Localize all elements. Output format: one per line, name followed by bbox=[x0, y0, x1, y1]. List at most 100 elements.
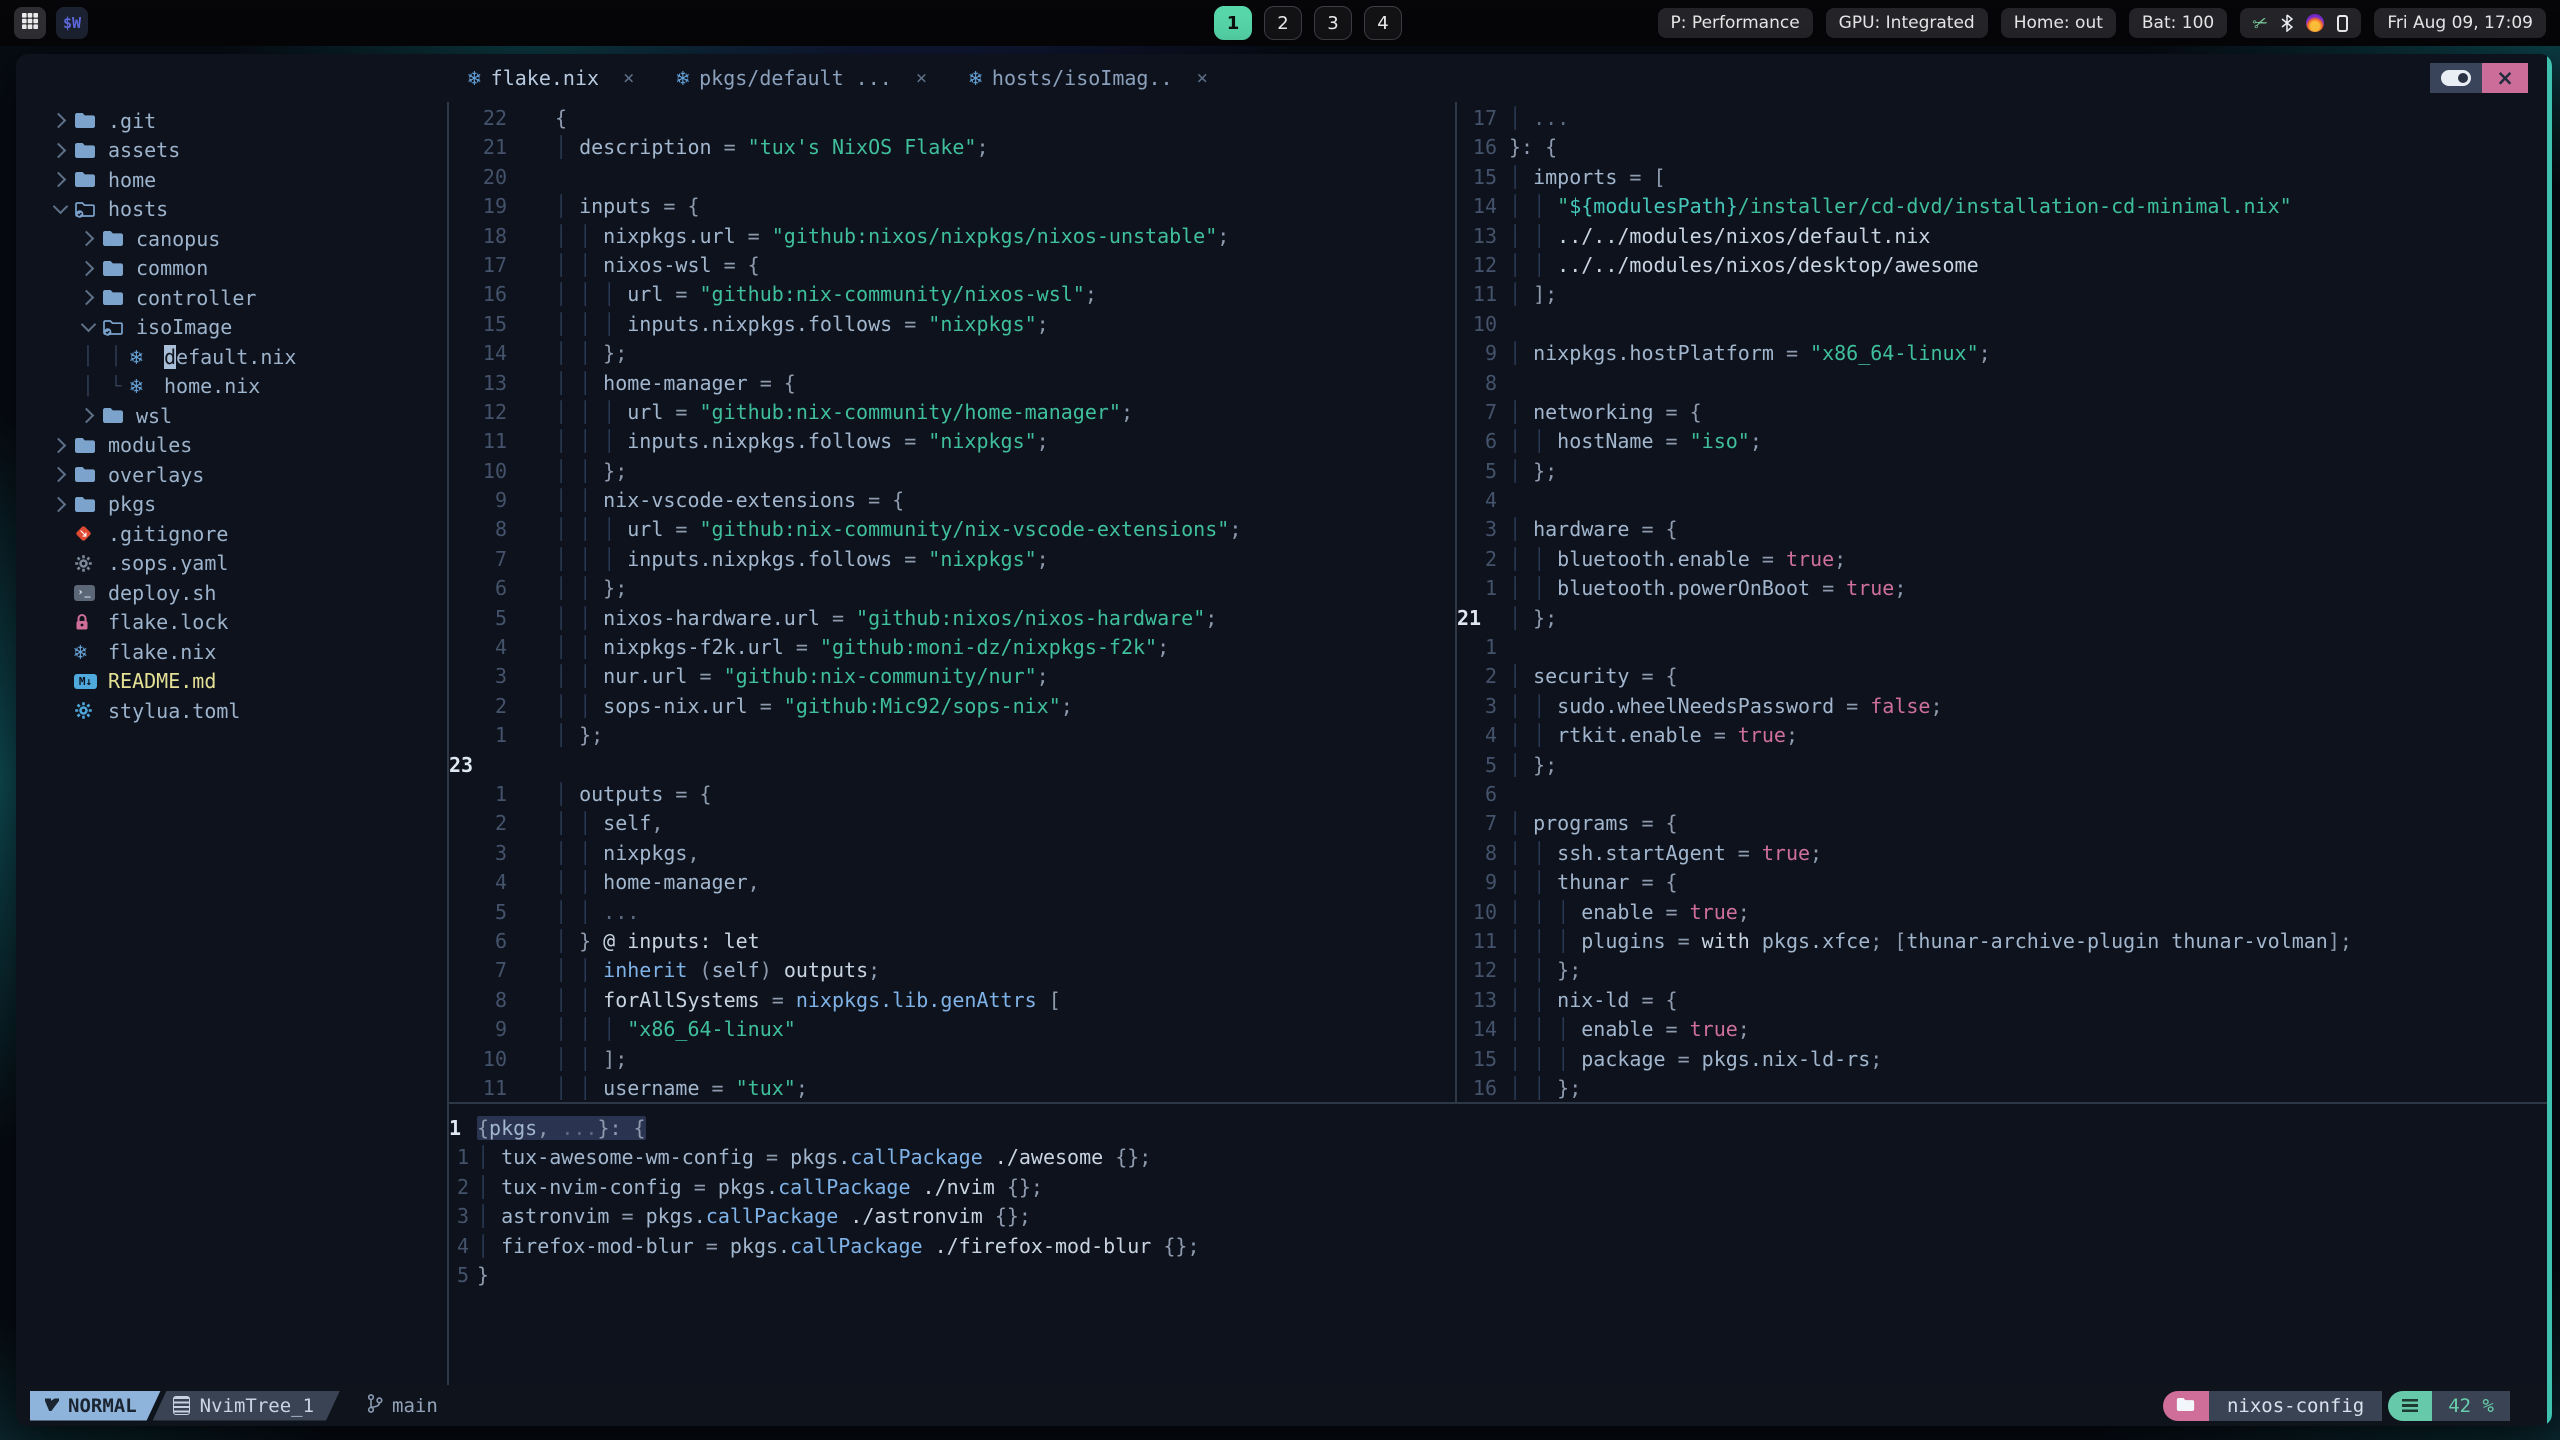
close-icon: × bbox=[2496, 66, 2514, 90]
toggle-icon bbox=[2441, 70, 2471, 86]
code-text: │ │ ../../modules/nixos/desktop/awesome bbox=[1509, 252, 1979, 277]
chevron-right-icon bbox=[46, 437, 74, 454]
tree-item-home-nix[interactable]: │ └ ❄ home.nix bbox=[16, 372, 447, 402]
line-number: 1 bbox=[449, 1116, 462, 1140]
code-line: 6 │ │ hostName = "iso"; bbox=[1457, 427, 2541, 456]
line-number: 7 bbox=[494, 546, 507, 571]
line-number: 23 bbox=[449, 752, 474, 777]
nix-icon: ❄ bbox=[74, 639, 87, 664]
code-line: 13 │ │ home-manager = { bbox=[449, 369, 1455, 398]
tree-item--sops-yaml[interactable]: .sops.yaml bbox=[16, 549, 447, 579]
tree-item-modules[interactable]: modules bbox=[16, 431, 447, 461]
code-text: │ │ │ plugins = with pkgs.xfce; [thunar-… bbox=[1509, 928, 2352, 953]
tree-item-label: overlays bbox=[108, 462, 205, 487]
window-close-button[interactable]: × bbox=[2482, 63, 2528, 93]
tree-item-flake-nix[interactable]: ❄ flake.nix bbox=[16, 637, 447, 667]
tree-item-flake-lock[interactable]: flake.lock bbox=[16, 608, 447, 638]
tree-item-isoImage[interactable]: isoImage bbox=[16, 313, 447, 343]
tree-item-common[interactable]: common bbox=[16, 254, 447, 284]
line-number: 3 bbox=[1484, 693, 1497, 718]
line-number: 6 bbox=[1484, 429, 1497, 454]
tab-flake-nix[interactable]: ❄ flake.nix × bbox=[468, 66, 634, 90]
file-tree[interactable]: .git assets home hosts canopus common controll… bbox=[16, 102, 447, 1385]
code-pane-pkgs-default-nix[interactable]: 1 {pkgs, ...}: {1 │ tux-awesome-wm-config … bbox=[449, 1114, 2547, 1386]
code-text: │ │ self, bbox=[555, 811, 664, 836]
line-number: 4 bbox=[1484, 723, 1497, 748]
tree-item-home[interactable]: home bbox=[16, 165, 447, 195]
line-number: 9 bbox=[1484, 341, 1497, 366]
chevron-right-icon bbox=[46, 496, 74, 513]
markdown-icon: M↓ bbox=[74, 673, 106, 689]
code-line: 16 │ │ }; bbox=[1457, 1074, 2541, 1103]
tree-item-README-md[interactable]: M↓ README.md bbox=[16, 667, 447, 697]
code-text: │ tux-nvim-config = pkgs.callPackage ./n… bbox=[477, 1174, 1043, 1199]
folder-check-icon bbox=[102, 319, 134, 336]
tab-close-icon[interactable]: × bbox=[916, 67, 927, 89]
code-line: 3 │ │ sudo.wheelNeedsPassword = false; bbox=[1457, 692, 2541, 721]
line-number: 4 bbox=[494, 870, 507, 895]
tree-item-hosts[interactable]: hosts bbox=[16, 195, 447, 225]
tree-item-label: wsl bbox=[136, 403, 173, 428]
nix-icon: ❄ bbox=[676, 66, 690, 90]
code-text: │ description = "tux's NixOS Flake"; bbox=[555, 135, 989, 160]
workspace-button-3[interactable]: 3 bbox=[1314, 6, 1352, 40]
line-number: 10 bbox=[1472, 899, 1497, 924]
code-text: │ │ │ enable = true; bbox=[1509, 899, 1750, 924]
code-line: 5 │ │ ... bbox=[449, 898, 1455, 927]
status-pill: GPU: Integrated bbox=[1825, 8, 1988, 38]
code-line: 3 │ astronvim = pkgs.callPackage ./astron… bbox=[449, 1202, 2547, 1231]
phone-icon[interactable] bbox=[2337, 14, 2349, 32]
workspace-buttons: 1234 bbox=[1214, 6, 1402, 40]
folder-icon bbox=[74, 466, 106, 483]
project-folder-badge bbox=[2162, 1390, 2209, 1421]
line-number: 10 bbox=[1472, 311, 1497, 336]
tab-close-icon[interactable]: × bbox=[1197, 67, 1208, 89]
tab-close-icon[interactable]: × bbox=[623, 67, 634, 89]
tree-item-wsl[interactable]: wsl bbox=[16, 401, 447, 431]
line-number: 21 bbox=[482, 135, 507, 160]
chevron-down-icon bbox=[74, 316, 102, 333]
cursorline-highlight: {pkgs, ...}: { bbox=[477, 1116, 646, 1140]
code-pane-flake-nix[interactable]: 22{21 │ description = "tux's NixOS Flake"… bbox=[449, 104, 1455, 1104]
code-text: │ │ │ url = "github:nix-community/nixos-… bbox=[555, 282, 1097, 307]
tree-item-default-nix[interactable]: │ │ ❄ default.nix bbox=[16, 342, 447, 372]
bluetooth-icon[interactable] bbox=[2281, 14, 2294, 32]
tree-item--git[interactable]: .git bbox=[16, 106, 447, 136]
scissors-icon[interactable]: ✂ bbox=[2250, 11, 2271, 36]
code-line: 15 │ imports = [ bbox=[1457, 163, 2541, 192]
tree-item-assets[interactable]: assets bbox=[16, 136, 447, 166]
tree-item-overlays[interactable]: overlays bbox=[16, 460, 447, 490]
line-number: 1 bbox=[1484, 576, 1497, 601]
tree-item-label: modules bbox=[108, 433, 193, 458]
line-number: 6 bbox=[494, 576, 507, 601]
code-line: 17 │ ... bbox=[1457, 104, 2541, 133]
git-branch-icon bbox=[366, 1393, 384, 1419]
block-cursor: d bbox=[164, 344, 177, 369]
code-line: 4 │ │ nixpkgs-f2k.url = "github:moni-dz/n… bbox=[449, 633, 1455, 662]
code-text: │ │ nix-vscode-extensions = { bbox=[555, 488, 905, 513]
workspace-button-4[interactable]: 4 bbox=[1364, 6, 1402, 40]
tree-item-canopus[interactable]: canopus bbox=[16, 224, 447, 254]
code-line: 5 │ │ nixos-hardware.url = "github:nixos/… bbox=[449, 604, 1455, 633]
tree-item-pkgs[interactable]: pkgs bbox=[16, 490, 447, 520]
chevron-right-icon bbox=[46, 112, 74, 129]
app-launcher-button[interactable] bbox=[14, 7, 46, 39]
tree-item-deploy-sh[interactable]: ›_ deploy.sh bbox=[16, 578, 447, 608]
code-line: 21 │ }; bbox=[1457, 604, 2541, 633]
line-number: 7 bbox=[494, 958, 507, 983]
tab-hosts-isoImag-[interactable]: ❄ hosts/isoImag.. × bbox=[969, 66, 1208, 90]
line-number: 16 bbox=[1472, 135, 1497, 160]
workspace-switcher-button[interactable]: $W bbox=[56, 7, 88, 39]
workspace-button-1[interactable]: 1 bbox=[1214, 6, 1252, 40]
window-toggle-button[interactable] bbox=[2430, 63, 2482, 93]
code-pane-iso-default-nix[interactable]: 17 │ ... 16}: {15 │ imports = [14 │ │ "${mod… bbox=[1457, 104, 2541, 1104]
code-line: 8 │ │ │ url = "github:nix-community/nix-v… bbox=[449, 515, 1455, 544]
tree-item-controller[interactable]: controller bbox=[16, 283, 447, 313]
line-number: 14 bbox=[1472, 194, 1497, 219]
tab-pkgs-default-[interactable]: ❄ pkgs/default ... × bbox=[676, 66, 927, 90]
workspace-button-2[interactable]: 2 bbox=[1264, 6, 1302, 40]
tree-item-stylua-toml[interactable]: stylua.toml bbox=[16, 696, 447, 726]
flame-icon[interactable] bbox=[2306, 14, 2325, 32]
line-number: 10 bbox=[482, 458, 507, 483]
tree-item--gitignore[interactable]: .gitignore bbox=[16, 519, 447, 549]
